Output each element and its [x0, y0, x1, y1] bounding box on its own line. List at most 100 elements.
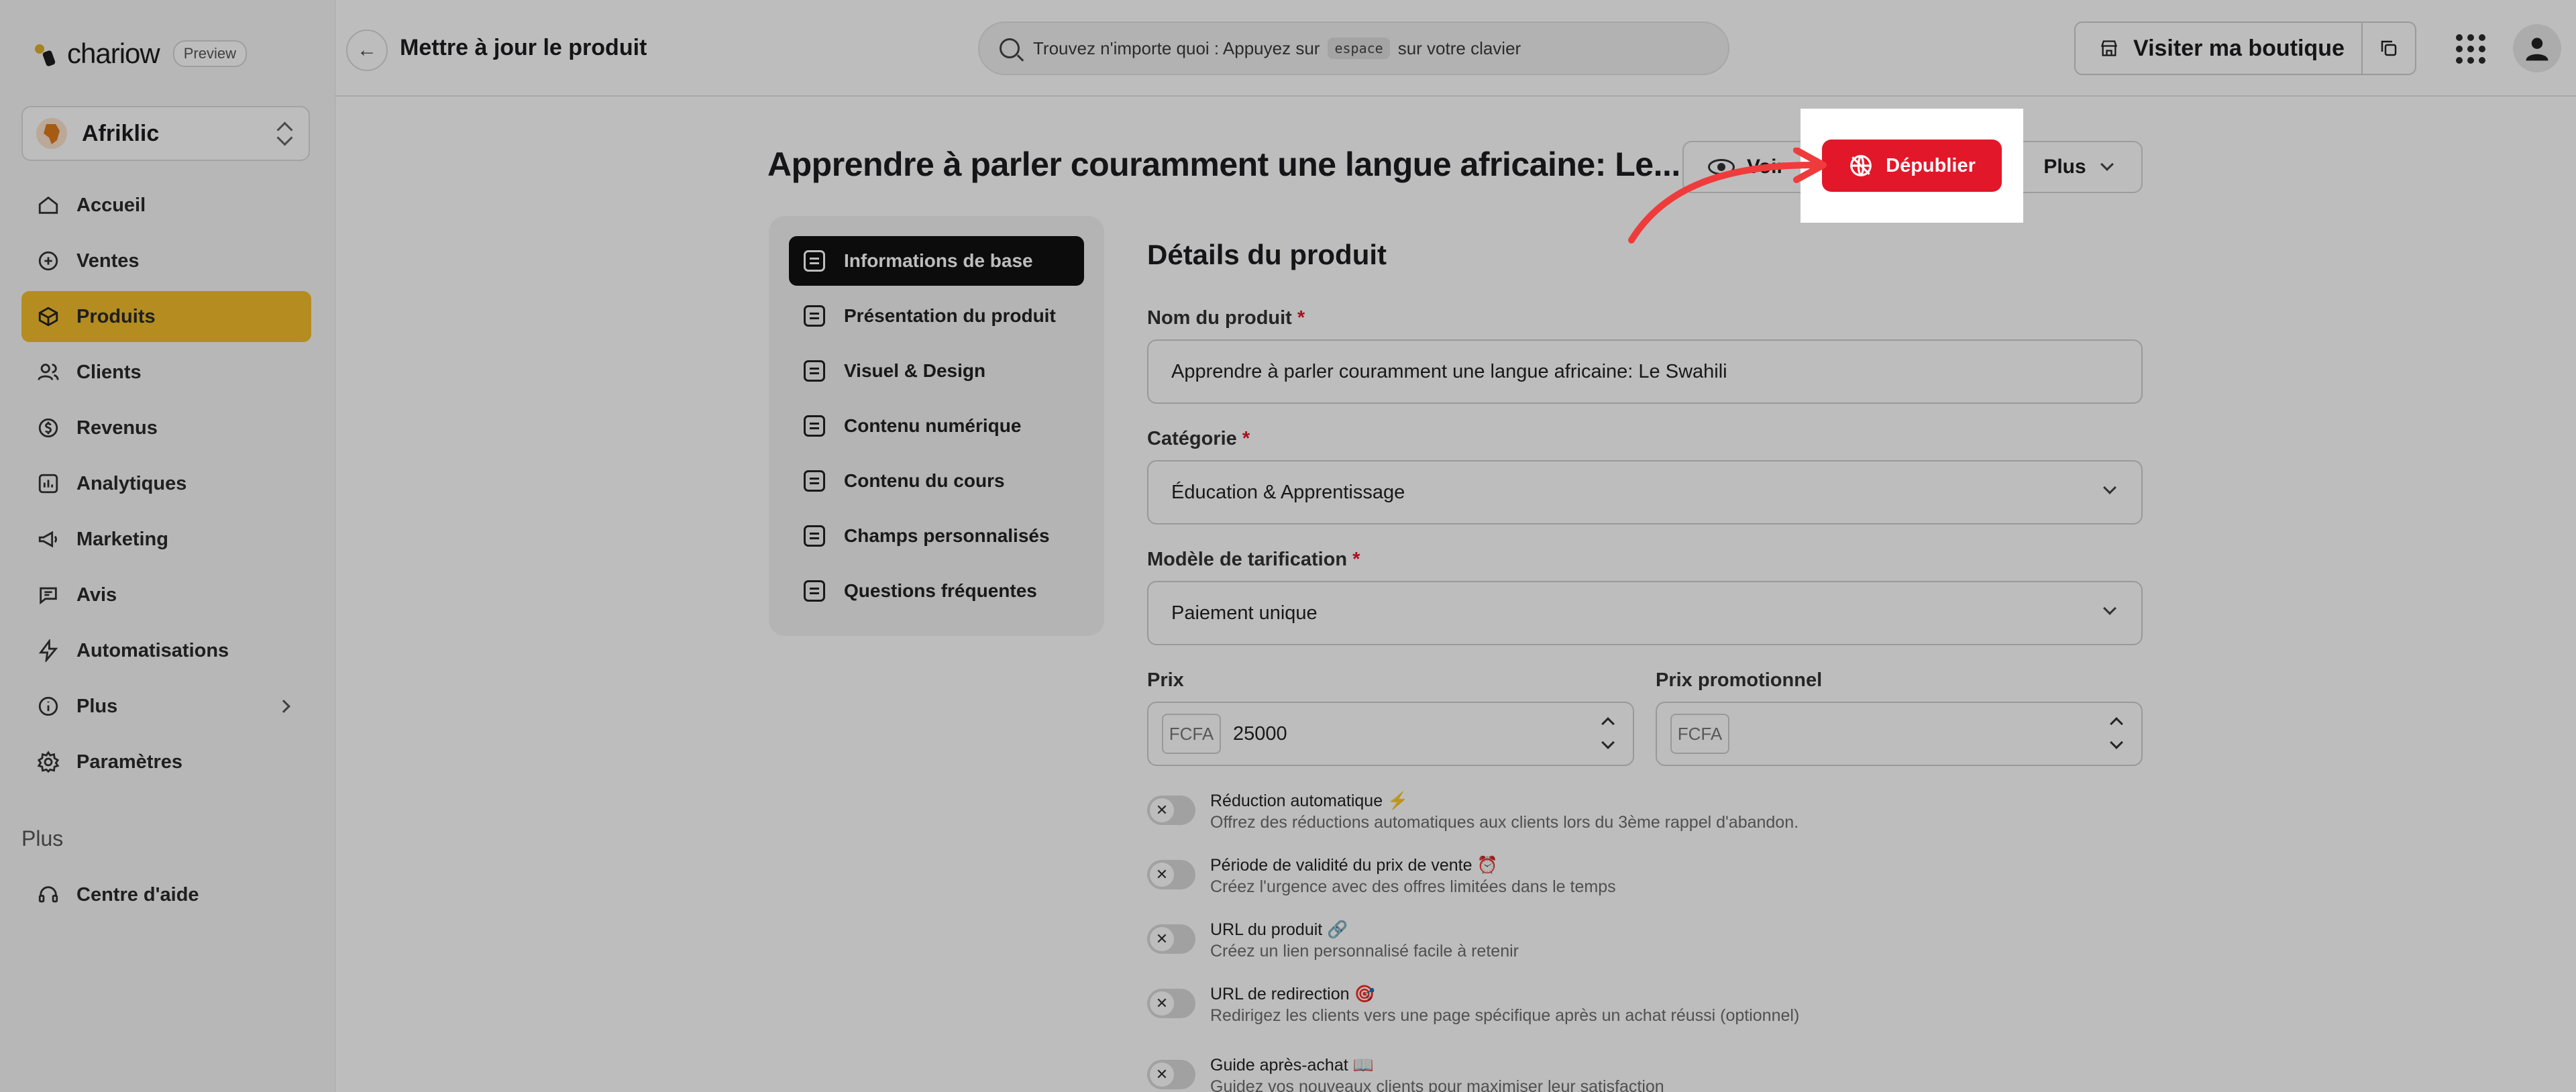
- sidebar-item-avis[interactable]: Avis: [21, 569, 311, 620]
- top-bar: ← Mettre à jour le produit Trouvez n'imp…: [335, 0, 2576, 97]
- promo-price-label: Prix promotionnel: [1656, 669, 1823, 691]
- file-icon: [804, 415, 825, 437]
- sidebar-item-centre-aide[interactable]: Centre d'aide: [21, 871, 311, 919]
- chevron-down-icon: [2100, 158, 2114, 171]
- tab-questions-frequentes[interactable]: Questions fréquentes: [789, 566, 1084, 616]
- box-icon: [804, 305, 825, 327]
- tab-contenu-numerique[interactable]: Contenu numérique: [789, 401, 1084, 451]
- price-label: Prix: [1147, 669, 1184, 691]
- toggle-description: Créez l'urgence avec des offres limitées…: [1210, 877, 1616, 896]
- promo-price-input[interactable]: FCFA: [1656, 702, 2143, 766]
- copy-link-button[interactable]: [2363, 21, 2416, 75]
- section-title: Détails du produit: [1147, 239, 1387, 270]
- sidebar-item-label: Paramètres: [76, 751, 182, 773]
- sidebar-nav: Accueil Ventes Produits Clients Revenus …: [21, 180, 311, 792]
- name-label: Nom du produit *: [1147, 307, 1305, 329]
- chart-icon: [36, 472, 60, 496]
- sidebar: chariow Preview Afriklic Accueil Ventes …: [0, 0, 335, 1092]
- toggle-title: Réduction automatique ⚡: [1210, 791, 1409, 810]
- toggle-title: URL de redirection 🎯: [1210, 985, 1375, 1003]
- user-icon: [2526, 38, 2548, 61]
- pricing-label: Modèle de tarification *: [1147, 549, 1360, 570]
- preview-badge: Preview: [172, 40, 247, 67]
- more-button[interactable]: Plus: [2012, 141, 2143, 193]
- search-bar[interactable]: Trouvez n'importe quoi : Appuyez sur esp…: [978, 21, 1729, 75]
- user-avatar[interactable]: [2513, 24, 2561, 72]
- sidebar-item-produits[interactable]: Produits: [21, 291, 311, 342]
- sidebar-item-plus[interactable]: Plus: [21, 681, 311, 732]
- search-icon: [1000, 38, 1020, 58]
- number-stepper-icon[interactable]: [2108, 715, 2124, 755]
- product-name-input[interactable]: Apprendre à parler couramment une langue…: [1147, 339, 2143, 404]
- tab-contenu-cours[interactable]: Contenu du cours: [789, 456, 1084, 506]
- visit-store-button[interactable]: Visiter ma boutique: [2074, 21, 2363, 75]
- toggle-title: URL du produit 🔗: [1210, 920, 1348, 939]
- toggle-row: ✕ URL de redirection 🎯 Redirigez les cli…: [1147, 985, 2153, 1037]
- copy-icon: [2381, 40, 2397, 56]
- sidebar-item-parametres[interactable]: Paramètres: [21, 736, 311, 787]
- sidebar-item-revenus[interactable]: Revenus: [21, 402, 311, 453]
- tab-label: Contenu du cours: [844, 470, 1005, 491]
- product-title: Apprendre à parler couramment une langue…: [767, 146, 1680, 183]
- toggle-description: Guidez vos nouveaux clients pour maximis…: [1210, 1077, 1664, 1092]
- category-select[interactable]: Éducation & Apprentissage: [1147, 460, 2143, 525]
- sidebar-item-clients[interactable]: Clients: [21, 347, 311, 398]
- more-label: Plus: [2043, 156, 2086, 178]
- tab-label: Informations de base: [844, 250, 1033, 271]
- pricing-model-select[interactable]: Paiement unique: [1147, 581, 2143, 645]
- tab-champs-personnalises[interactable]: Champs personnalisés: [789, 511, 1084, 561]
- toggle-row: ✕ URL du produit 🔗 Créez un lien personn…: [1147, 920, 2153, 973]
- back-button[interactable]: ←: [346, 30, 388, 71]
- toggle-url-redirection[interactable]: ✕: [1147, 989, 1195, 1018]
- tab-label: Questions fréquentes: [844, 580, 1037, 601]
- megaphone-icon: [36, 527, 60, 551]
- toggle-row: ✕ Période de validité du prix de vente ⏰…: [1147, 856, 2153, 908]
- toggle-row: ✕ Guide après-achat 📖 Guidez vos nouveau…: [1147, 1056, 2153, 1092]
- chevron-down-icon: [2103, 481, 2116, 494]
- logo-icon: [32, 40, 59, 67]
- tab-label: Présentation du produit: [844, 305, 1056, 326]
- sidebar-section-title: Plus: [21, 826, 64, 851]
- unpublish-button[interactable]: Dépublier: [1822, 140, 2002, 192]
- product-tabs: Informations de base Présentation du pro…: [769, 216, 1104, 636]
- toggle-url-produit[interactable]: ✕: [1147, 924, 1195, 954]
- shop-selector[interactable]: Afriklic: [21, 106, 310, 161]
- sidebar-item-ventes[interactable]: Ventes: [21, 235, 311, 286]
- bolt-icon: [36, 639, 60, 663]
- chevron-down-icon: [2103, 602, 2116, 615]
- pricing-value: Paiement unique: [1171, 602, 1318, 624]
- tab-visuel-design[interactable]: Visuel & Design: [789, 346, 1084, 396]
- number-stepper-icon[interactable]: [1599, 715, 1615, 755]
- close-icon: ✕: [1150, 991, 1174, 1016]
- sidebar-item-label: Plus: [76, 695, 118, 717]
- toggle-title: Guide après-achat 📖: [1210, 1056, 1374, 1075]
- globe-off-icon: [1850, 155, 1872, 176]
- shop-avatar: [36, 118, 67, 149]
- toggle-guide-apres-achat[interactable]: ✕: [1147, 1060, 1195, 1089]
- sidebar-item-automatisations[interactable]: Automatisations: [21, 625, 311, 676]
- sidebar-item-analytiques[interactable]: Analytiques: [21, 458, 311, 509]
- home-icon: [36, 193, 60, 217]
- category-value: Éducation & Apprentissage: [1171, 481, 1405, 503]
- toggle-periode-validite[interactable]: ✕: [1147, 860, 1195, 889]
- tab-informations-de-base[interactable]: Informations de base: [789, 236, 1084, 286]
- sidebar-item-label: Ventes: [76, 250, 140, 272]
- tab-presentation-produit[interactable]: Présentation du produit: [789, 291, 1084, 341]
- price-input[interactable]: FCFA 25000: [1147, 702, 1634, 766]
- sidebar-item-marketing[interactable]: Marketing: [21, 514, 311, 565]
- brand-logo[interactable]: chariow Preview: [32, 38, 247, 70]
- list-icon: [804, 250, 825, 272]
- brand-name: chariow: [67, 38, 160, 69]
- brush-icon: [804, 360, 825, 382]
- toggle-title: Période de validité du prix de vente ⏰: [1210, 856, 1498, 875]
- users-icon: [36, 360, 60, 384]
- tab-label: Contenu numérique: [844, 415, 1022, 436]
- sidebar-item-label: Accueil: [76, 194, 146, 216]
- sidebar-item-label: Analytiques: [76, 472, 187, 494]
- sidebar-item-label: Centre d'aide: [76, 883, 199, 906]
- sidebar-item-accueil[interactable]: Accueil: [21, 180, 311, 231]
- apps-grid-button[interactable]: [2449, 27, 2493, 71]
- promo-currency: FCFA: [1670, 714, 1729, 754]
- visit-store-label: Visiter ma boutique: [2133, 35, 2345, 61]
- toggle-reduction-automatique[interactable]: ✕: [1147, 796, 1195, 825]
